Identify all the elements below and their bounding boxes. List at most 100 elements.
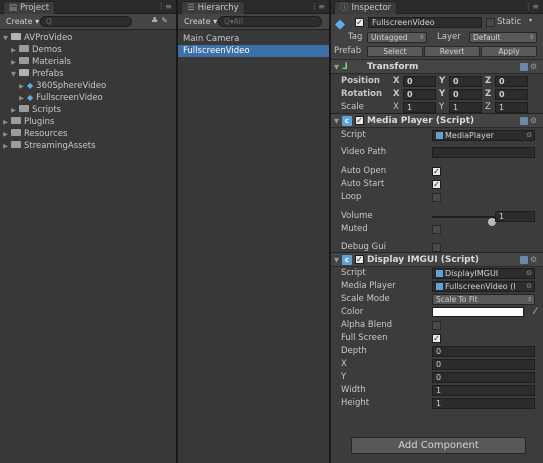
- mp-script-field[interactable]: MediaPlayer ⊙: [432, 130, 535, 141]
- auto-start-checkbox[interactable]: ✓: [432, 180, 441, 189]
- foldout-arrow-icon[interactable]: ▼: [334, 253, 339, 267]
- collapsed-arrow-icon[interactable]: ▶: [19, 80, 27, 92]
- project-create-button[interactable]: Create ▾: [2, 16, 43, 28]
- collapsed-arrow-icon[interactable]: ▶: [3, 116, 11, 128]
- foldout-arrow-icon[interactable]: ▼: [334, 60, 339, 74]
- layer-dropdown[interactable]: Default ⇕: [469, 32, 537, 43]
- project-filter-icons[interactable]: ♣✎: [151, 16, 171, 25]
- hierarchy-item[interactable]: Main Camera: [178, 33, 329, 45]
- prefab-apply-button[interactable]: Apply: [481, 46, 537, 57]
- axis-label-z: Z: [485, 76, 492, 86]
- object-picker-icon[interactable]: ⊙: [526, 269, 532, 278]
- hierarchy-create-button[interactable]: Create ▾: [180, 16, 221, 28]
- static-checkbox[interactable]: [486, 18, 495, 27]
- collapsed-arrow-icon[interactable]: ▶: [11, 104, 19, 116]
- display-imgui-header[interactable]: ▼ c ✓ Display IMGUI (Script) ⚙: [331, 253, 543, 267]
- static-dropdown-icon[interactable]: ▾: [529, 17, 532, 24]
- add-component-button[interactable]: Add Component: [351, 437, 526, 454]
- collapsed-arrow-icon[interactable]: ▶: [11, 56, 19, 68]
- gear-icon[interactable]: ⚙: [530, 253, 539, 267]
- di-script-field[interactable]: DisplayIMGUI ⊙: [432, 268, 535, 279]
- transform-row-label: Rotation: [341, 89, 383, 99]
- hierarchy-tab[interactable]: ☰ Hierarchy: [181, 1, 245, 14]
- transform-x-field[interactable]: 1: [403, 102, 436, 113]
- y-field[interactable]: 0: [432, 372, 535, 383]
- inspector-menu-icon[interactable]: ⋮≡: [524, 2, 539, 11]
- expanded-arrow-icon[interactable]: ▼: [11, 68, 19, 80]
- transform-x-field[interactable]: 0: [403, 89, 436, 100]
- help-icon[interactable]: [520, 63, 528, 71]
- media-player-enabled-checkbox[interactable]: ✓: [355, 116, 364, 125]
- di-media-player-field[interactable]: FullscreenVideo (I ⊙: [432, 281, 535, 292]
- transform-y-field[interactable]: 0: [449, 76, 482, 87]
- transform-y-field[interactable]: 1: [449, 102, 482, 113]
- object-picker-icon[interactable]: ⊙: [526, 131, 532, 140]
- media-player-header[interactable]: ▼ c ✓ Media Player (Script) ⚙: [331, 114, 543, 128]
- project-tree-item[interactable]: ▶ Materials: [0, 56, 176, 68]
- foldout-arrow-icon[interactable]: ▼: [334, 114, 339, 128]
- project-tree-item[interactable]: ▶ ◆ FullscreenVideo: [0, 92, 176, 104]
- transform-z-field[interactable]: 1: [495, 102, 528, 113]
- object-name-field[interactable]: FullscreenVideo: [368, 17, 482, 28]
- hierarchy-search-input[interactable]: Q▾All: [218, 16, 322, 27]
- project-tree-item[interactable]: ▶ Demos: [0, 44, 176, 56]
- collapsed-arrow-icon[interactable]: ▶: [3, 140, 11, 152]
- help-icon[interactable]: [520, 117, 528, 125]
- axis-label-z: Z: [485, 102, 491, 112]
- collapsed-arrow-icon[interactable]: ▶: [11, 44, 19, 56]
- debug-gui-checkbox[interactable]: [432, 243, 441, 252]
- loop-checkbox[interactable]: [432, 193, 441, 202]
- project-search-input[interactable]: Q: [40, 16, 132, 27]
- color-swatch[interactable]: [432, 307, 524, 317]
- inspector-tab[interactable]: ⓘ Inspector: [334, 1, 398, 14]
- y-label: Y: [341, 372, 347, 382]
- project-tree-item[interactable]: ▶ Resources: [0, 128, 176, 140]
- collapsed-arrow-icon[interactable]: ▶: [19, 92, 27, 104]
- scale-mode-dropdown[interactable]: Scale To Fit ⇕: [432, 294, 535, 305]
- gear-icon[interactable]: ⚙: [530, 114, 539, 128]
- project-menu-icon[interactable]: ⋮≡: [157, 2, 172, 11]
- tag-dropdown[interactable]: Untagged ⇕: [367, 32, 427, 43]
- display-imgui-enabled-checkbox[interactable]: ✓: [355, 255, 364, 264]
- volume-field[interactable]: 1: [495, 211, 535, 222]
- prefab-select-button[interactable]: Select: [367, 46, 423, 57]
- depth-field[interactable]: 0: [432, 346, 535, 357]
- transform-x-field[interactable]: 0: [403, 76, 436, 87]
- transform-y-field[interactable]: 0: [449, 89, 482, 100]
- auto-start-row: Auto Start ✓: [331, 178, 543, 191]
- project-tree-item[interactable]: ▶ StreamingAssets: [0, 140, 176, 152]
- hierarchy-menu-icon[interactable]: ⋮≡: [310, 2, 325, 11]
- transform-z-field[interactable]: 0: [495, 76, 528, 87]
- help-icon[interactable]: [520, 256, 528, 264]
- transform-header[interactable]: ▼ ⅃ Transform ⚙: [331, 60, 543, 74]
- project-tree-item[interactable]: ▶ Plugins: [0, 116, 176, 128]
- active-checkbox[interactable]: ✓: [355, 18, 364, 27]
- volume-row: Volume 1: [331, 210, 543, 226]
- transform-row: Scale X 1 Y 1 Z 1: [331, 101, 543, 114]
- width-field[interactable]: 1: [432, 385, 535, 396]
- hierarchy-toolbar: Create ▾ Q▾All: [178, 14, 329, 30]
- expanded-arrow-icon[interactable]: ▼: [3, 32, 11, 44]
- project-tab[interactable]: ▤ Project: [3, 1, 56, 14]
- alpha-blend-checkbox[interactable]: [432, 321, 441, 330]
- height-field[interactable]: 1: [432, 398, 535, 409]
- muted-checkbox[interactable]: [432, 225, 441, 234]
- folder-icon: [11, 129, 21, 136]
- x-field[interactable]: 0: [432, 359, 535, 370]
- transform-z-field[interactable]: 0: [495, 89, 528, 100]
- object-picker-icon[interactable]: ⊙: [526, 282, 532, 291]
- video-path-field[interactable]: [432, 147, 535, 158]
- full-screen-checkbox[interactable]: ✓: [432, 334, 441, 343]
- auto-open-checkbox[interactable]: ✓: [432, 167, 441, 176]
- hierarchy-list: Main Camera FullscreenVideo: [178, 30, 329, 57]
- prefab-revert-button[interactable]: Revert: [424, 46, 480, 57]
- hierarchy-item[interactable]: FullscreenVideo: [178, 45, 329, 57]
- project-tree-item[interactable]: ▼ Prefabs: [0, 68, 176, 80]
- gear-icon[interactable]: ⚙: [530, 60, 539, 74]
- project-tree-item[interactable]: ▼ AVProVideo: [0, 32, 176, 44]
- project-tree-item[interactable]: ▶ Scripts: [0, 104, 176, 116]
- project-tree-item[interactable]: ▶ ◆ 360SphereVideo: [0, 80, 176, 92]
- video-path-label: Video Path: [341, 147, 387, 157]
- eyedropper-icon[interactable]: ⁄: [534, 306, 536, 319]
- collapsed-arrow-icon[interactable]: ▶: [3, 128, 11, 140]
